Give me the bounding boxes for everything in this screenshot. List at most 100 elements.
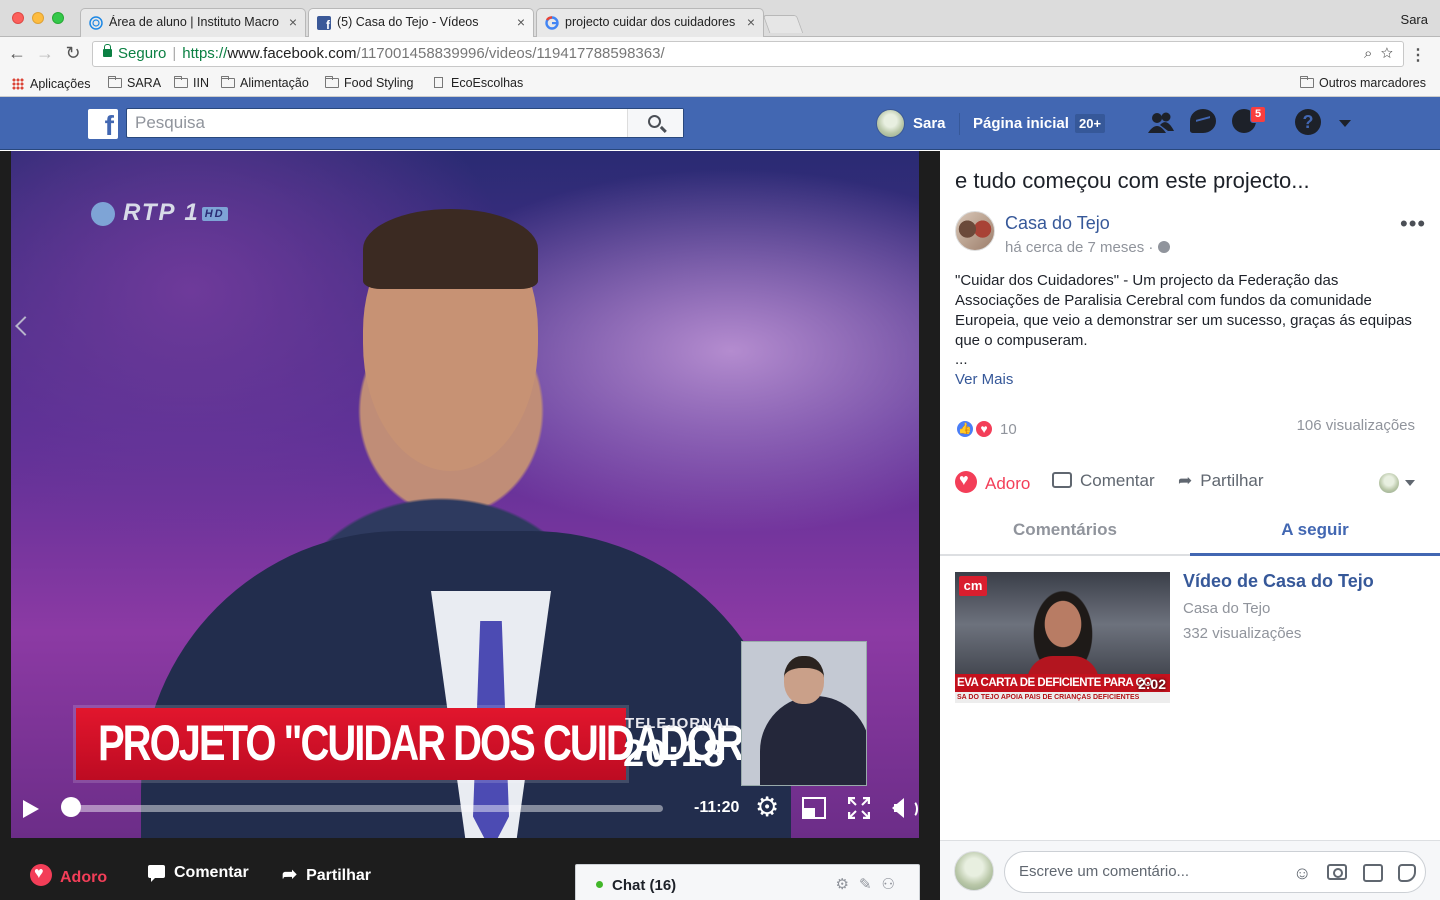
back-arrow-icon[interactable]: ← (6, 43, 28, 64)
channel-logo-text: RTP 1 (123, 199, 200, 226)
picture-in-picture-icon[interactable] (802, 797, 826, 819)
share-button[interactable]: ➦ Partilhar (282, 864, 371, 885)
love-reaction-button[interactable]: Adoro (30, 864, 107, 887)
new-tab-button[interactable] (762, 15, 804, 33)
search-input[interactable] (127, 109, 617, 137)
search-button[interactable] (627, 109, 683, 137)
post-love-button[interactable]: Adoro (955, 471, 1030, 494)
address-bar[interactable]: Seguro | https://www.facebook.com/11700145… (92, 41, 1404, 67)
panel-tabs: Comentários A seguir (940, 511, 1440, 556)
close-window-button[interactable] (12, 12, 24, 24)
heart-icon (30, 864, 52, 886)
chevron-down-icon[interactable] (1405, 480, 1415, 486)
facebook-logo-icon[interactable]: f (88, 109, 118, 139)
friend-requests-icon[interactable] (1146, 111, 1176, 135)
emoji-icon[interactable]: ☺ (1293, 863, 1311, 884)
progress-bar[interactable] (63, 805, 663, 812)
time-remaining: -11:20 (694, 799, 740, 816)
maximize-window-button[interactable] (52, 12, 64, 24)
bookmark-label: Food Styling (344, 76, 414, 90)
chat-settings-gear-icon[interactable]: ⚙ (836, 876, 859, 893)
bookmark-food-styling[interactable]: Food Styling (325, 76, 413, 90)
bookmark-label: Alimentação (240, 76, 309, 90)
browser-profile-name[interactable]: Sara (1401, 12, 1428, 27)
comment-composer: ☺ (940, 840, 1440, 900)
post-timestamp[interactable]: há cerca de 7 meses · (1005, 239, 1170, 256)
url-separator: | (172, 45, 177, 62)
post-side-panel: e tudo começou com este projecto... Casa… (940, 151, 1440, 900)
fullscreen-icon[interactable] (848, 797, 870, 819)
close-tab-icon[interactable]: × (517, 14, 525, 30)
settings-gear-icon[interactable]: ⚙ (755, 792, 779, 823)
tab-comments[interactable]: Comentários (940, 520, 1190, 540)
messenger-icon[interactable] (1190, 109, 1216, 133)
reload-icon[interactable]: ↻ (62, 43, 84, 64)
folder-icon (174, 76, 188, 88)
see-more-link[interactable]: Ver Mais (955, 371, 1013, 388)
bookmark-ecoescolhas[interactable]: EcoEscolhas (434, 76, 523, 90)
program-label: TELEJORNAL (625, 715, 736, 732)
bookmark-iin[interactable]: IIN (174, 76, 209, 90)
forward-arrow-icon[interactable]: → (34, 43, 56, 64)
like-reaction-icon: 👍 (955, 419, 975, 439)
commenter-avatar (954, 851, 994, 891)
interpreter-head (784, 656, 824, 704)
browser-tab-google[interactable]: projecto cuidar dos cuidadores × (536, 8, 764, 37)
volume-icon[interactable] (892, 798, 904, 818)
progress-handle[interactable] (61, 797, 81, 817)
zoom-icon[interactable]: ⌕ (1364, 45, 1372, 62)
new-message-icon[interactable]: ✎ (859, 876, 882, 893)
minimize-window-button[interactable] (32, 12, 44, 24)
account-menu-chevron-down-icon[interactable] (1339, 120, 1351, 127)
comment-button[interactable]: Comentar (148, 864, 249, 882)
video-duration: 2:02 (1137, 676, 1166, 692)
close-tab-icon[interactable]: × (289, 14, 297, 30)
bookmark-sara[interactable]: SARA (108, 76, 161, 90)
globe-tab-icon (89, 16, 103, 30)
facebook-tab-icon: f (317, 16, 331, 30)
bookmark-apps[interactable]: Aplicações (12, 76, 90, 91)
related-video-title[interactable]: Vídeo de Casa do Tejo (1183, 571, 1374, 592)
post-comment-button[interactable]: Comentar (1052, 471, 1155, 491)
browser-tab-instituto[interactable]: Área de aluno | Instituto Macro × (80, 8, 306, 37)
folder-icon (108, 76, 122, 88)
help-icon[interactable]: ? (1295, 109, 1321, 135)
user-avatar[interactable] (876, 109, 905, 138)
volume-wave-icon (906, 800, 918, 818)
group-chat-icon[interactable]: ⚇ (882, 876, 905, 893)
post-as-avatar[interactable] (1379, 473, 1399, 493)
chat-label: Chat (16) (612, 877, 677, 894)
online-status-dot (596, 881, 603, 888)
apps-grid-icon (12, 78, 24, 90)
related-video-thumbnail[interactable]: cm EVA CARTA DE DEFICIENTE PARA CO SA DO… (955, 572, 1170, 703)
thumb-subcaption: SA DO TEJO APOIA PAIS DE CRIANÇAS DEFICI… (955, 692, 1170, 703)
comment-bubble-icon (148, 865, 165, 882)
browser-tab-facebook[interactable]: f (5) Casa do Tejo - Vídeos × (308, 8, 534, 38)
bookmark-alimentacao[interactable]: Alimentação (221, 76, 309, 90)
browser-menu-icon[interactable]: ⋮ (1410, 45, 1426, 65)
chat-dock[interactable]: Chat (16) ⚙✎⚇ (575, 864, 920, 900)
more-options-icon[interactable]: ••• (1400, 211, 1426, 237)
tab-up-next[interactable]: A seguir (1190, 520, 1440, 540)
page-name-link[interactable]: Casa do Tejo (1005, 213, 1110, 234)
user-name-link[interactable]: Sara (913, 115, 946, 132)
page-avatar[interactable] (955, 211, 995, 251)
sticker-icon[interactable] (1398, 864, 1416, 882)
secure-label: Seguro (118, 45, 167, 62)
home-link[interactable]: Página inicial (973, 115, 1069, 132)
close-tab-icon[interactable]: × (747, 14, 755, 30)
comment-input[interactable] (1019, 863, 1279, 880)
post-share-button[interactable]: ➦ Partilhar (1178, 471, 1264, 491)
related-video-page[interactable]: Casa do Tejo (1183, 600, 1270, 617)
bookmark-star-icon[interactable]: ☆ (1381, 45, 1393, 62)
bookmark-other[interactable]: Outros marcadores (1300, 76, 1426, 90)
interpreter-body (760, 696, 866, 785)
tab-title: projecto cuidar dos cuidadores (565, 15, 736, 29)
lock-icon (103, 44, 112, 57)
gif-icon[interactable] (1363, 864, 1383, 882)
camera-icon[interactable] (1327, 864, 1347, 880)
channel-logo: RTP 1 HD (91, 199, 228, 227)
video-player[interactable]: RTP 1 HD PROJETO "CUIDAR DOS CUIDADORES" … (11, 151, 919, 838)
video-panel: RTP 1 HD PROJETO "CUIDAR DOS CUIDADORES" … (0, 151, 940, 900)
play-icon[interactable] (23, 800, 39, 818)
